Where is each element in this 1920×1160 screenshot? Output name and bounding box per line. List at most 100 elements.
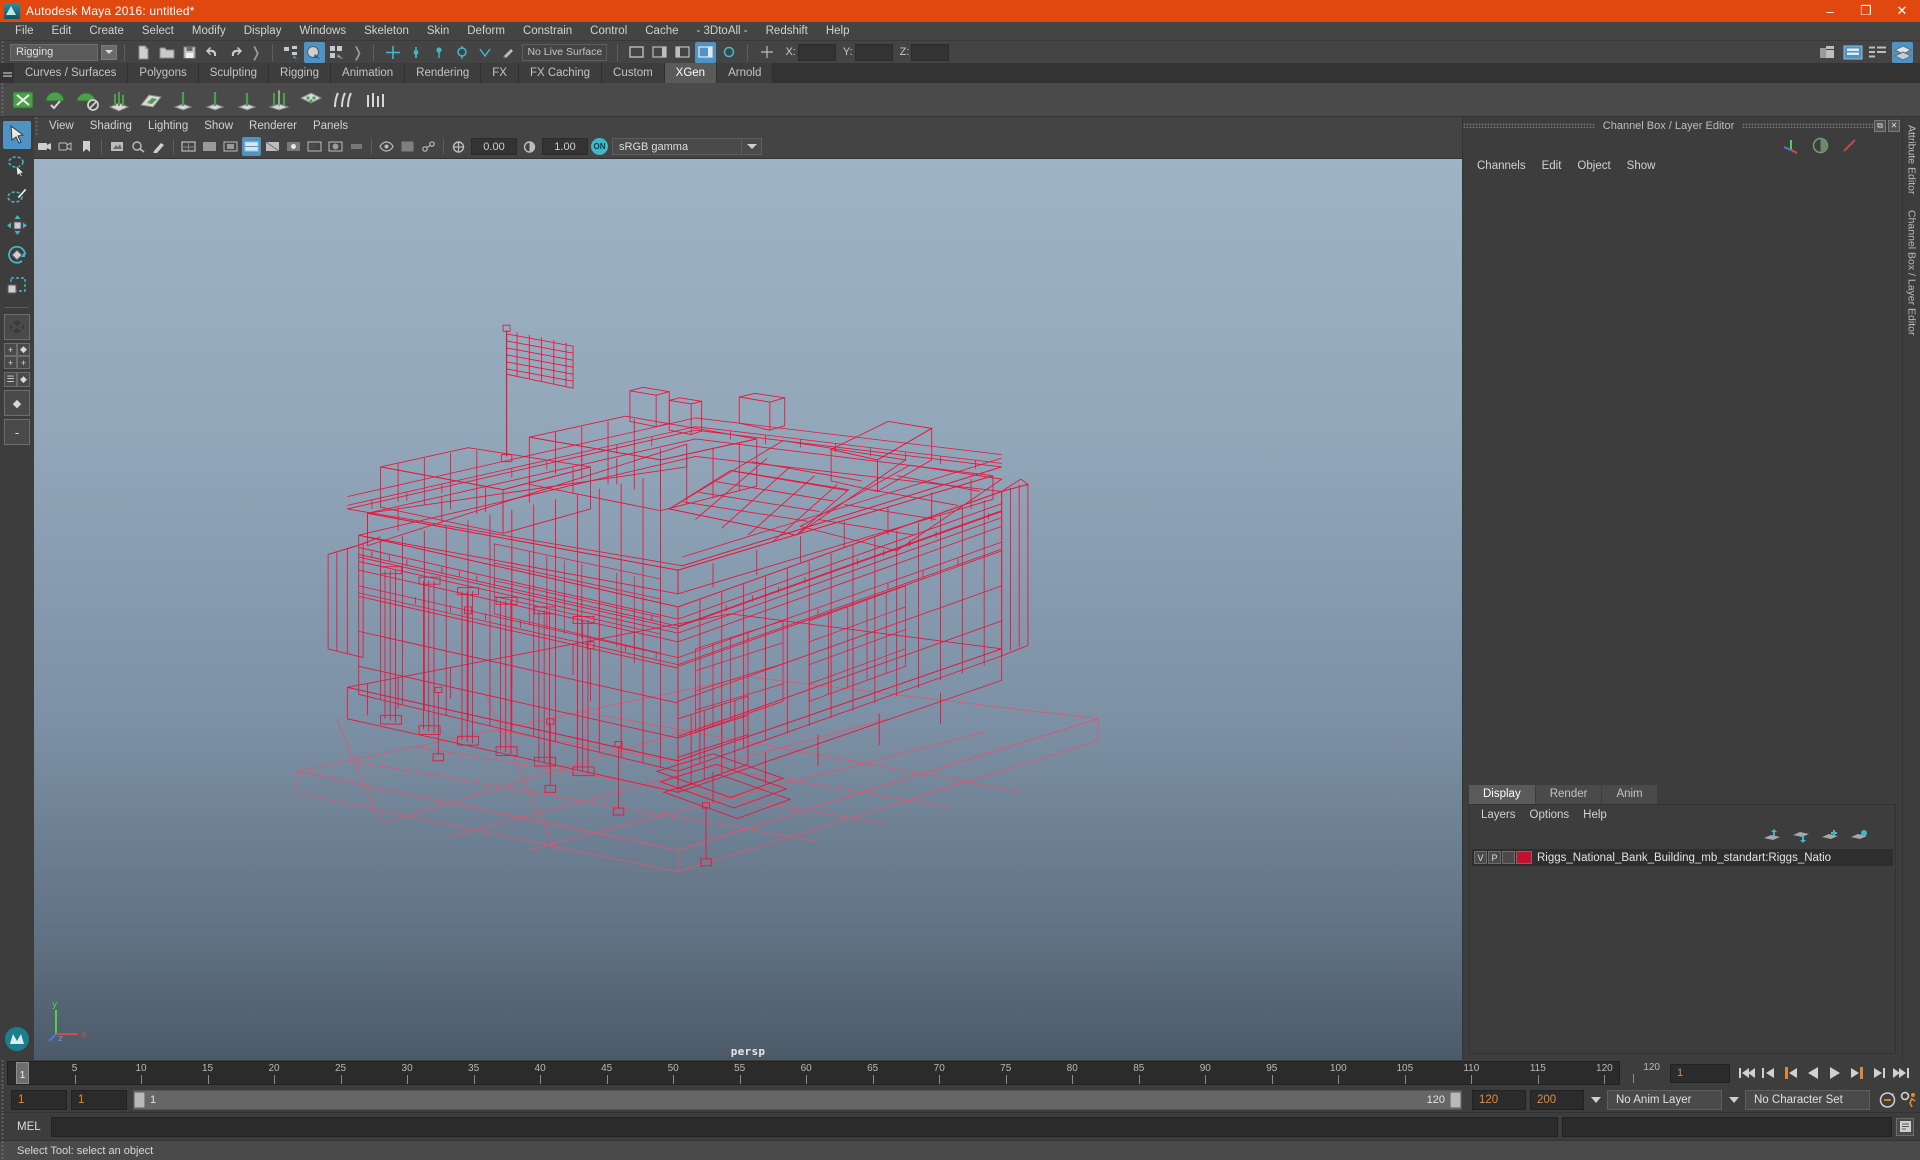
bank-building-wireframe-model[interactable] <box>34 159 1462 1060</box>
redo-button[interactable] <box>225 42 246 63</box>
channel-box-menu-show[interactable]: Show <box>1619 156 1664 176</box>
wireframe-on-shaded-button[interactable] <box>242 137 261 156</box>
playback-start-time-field[interactable]: 1 <box>71 1089 127 1110</box>
layer-tab-render[interactable]: Render <box>1535 785 1602 804</box>
menu-item-windows[interactable]: Windows <box>290 22 355 40</box>
toolbar-collapse-arrow-icon[interactable]: ❭ <box>352 44 364 61</box>
grease-pencil-button[interactable] <box>149 137 168 156</box>
snap-to-grid-button[interactable] <box>382 42 403 63</box>
exposure-field[interactable]: 0.00 <box>471 138 517 155</box>
shelf-tab-curves-surfaces[interactable]: Curves / Surfaces <box>14 63 129 83</box>
paint-select-tool[interactable] <box>3 181 31 209</box>
create-layer-from-selected-icon[interactable] <box>1850 829 1869 843</box>
viewport-menu-panels[interactable]: Panels <box>305 117 356 135</box>
xgen-create-description-icon[interactable] <box>40 85 70 115</box>
hypershade-layout[interactable]: - <box>4 419 30 445</box>
persp-graph-layout[interactable]: ◆ <box>4 390 30 416</box>
dock-restore-button[interactable]: ⧉ <box>1874 119 1886 132</box>
menu-set-dropdown-icon[interactable] <box>101 44 117 60</box>
bookmark-button[interactable] <box>77 137 96 156</box>
command-line-grip[interactable] <box>0 1112 7 1141</box>
menu-item-skin[interactable]: Skin <box>418 22 458 40</box>
wireframe-shading-button[interactable] <box>179 137 198 156</box>
color-management-toggle[interactable]: ON <box>591 138 608 155</box>
move-tool[interactable] <box>3 211 31 239</box>
transform-axes-icon[interactable] <box>1782 136 1800 154</box>
menu-item-display[interactable]: Display <box>235 22 291 40</box>
range-right-handle[interactable] <box>1450 1091 1461 1108</box>
xgen-preview-icon[interactable] <box>296 85 326 115</box>
select-by-component-type-button[interactable] <box>327 42 348 63</box>
animation-end-time-field[interactable]: 200 <box>1530 1089 1584 1110</box>
show-attribute-editor-button[interactable] <box>649 42 670 63</box>
auto-keyframe-toggle[interactable] <box>1876 1089 1898 1111</box>
menu-item-cache[interactable]: Cache <box>636 22 687 40</box>
image-plane-button[interactable] <box>107 137 126 156</box>
shelf-tab-fx-caching[interactable]: FX Caching <box>518 63 603 83</box>
viewport-menu-show[interactable]: Show <box>196 117 241 135</box>
show-tool-settings-button[interactable] <box>672 42 693 63</box>
two-d-pan-zoom-button[interactable] <box>128 137 147 156</box>
outliner-persp-layout[interactable]: ☰ ◆ <box>4 372 30 387</box>
exposure-reset-icon[interactable] <box>449 137 468 156</box>
perspective-viewport[interactable]: y x z persp <box>34 159 1462 1060</box>
select-camera-button[interactable] <box>35 137 54 156</box>
channel-box-menu-channels[interactable]: Channels <box>1469 156 1534 176</box>
snap-to-curve-button[interactable] <box>405 42 426 63</box>
minimize-button[interactable]: – <box>1812 0 1848 22</box>
xray-mode-button[interactable] <box>398 137 417 156</box>
step-forward-frame-button[interactable] <box>1846 1062 1868 1084</box>
xgen-guide-tool-icon[interactable] <box>136 85 166 115</box>
shelf-tab-animation[interactable]: Animation <box>331 63 406 83</box>
dock-close-button[interactable]: ✕ <box>1888 119 1900 132</box>
select-by-hierarchy-button[interactable] <box>281 42 302 63</box>
step-forward-key-button[interactable] <box>1868 1062 1890 1084</box>
menu-item-select[interactable]: Select <box>133 22 183 40</box>
color-profile-field[interactable]: sRGB gamma <box>612 138 742 155</box>
layer-playback-toggle[interactable]: P <box>1488 851 1501 864</box>
current-frame-field[interactable]: 1 <box>1670 1063 1730 1083</box>
menu-item-skeleton[interactable]: Skeleton <box>355 22 418 40</box>
menu-item-help[interactable]: Help <box>817 22 859 40</box>
layer-visibility-toggle[interactable]: V <box>1474 851 1487 864</box>
toolbar-collapse-arrow-icon[interactable]: ❭ <box>250 44 262 61</box>
shelf-tab-polygons[interactable]: Polygons <box>128 63 199 83</box>
anim-layer-dropdown-icon[interactable] <box>1588 1090 1604 1110</box>
shelf-tab-rigging[interactable]: Rigging <box>269 63 332 83</box>
four-view-layout[interactable]: + ◆ + + <box>4 343 30 369</box>
undo-button[interactable] <box>202 42 223 63</box>
time-slider[interactable]: 5 10 15 20 25 30 35 40 45 50 55 60 65 70 75 80 85 90 95 100… <box>7 1061 1620 1085</box>
open-attribute-editor-button[interactable] <box>1842 42 1863 63</box>
xgen-editor-icon[interactable] <box>8 85 38 115</box>
menu-set-selector[interactable]: Rigging <box>10 43 98 61</box>
show-hide-editors-button[interactable] <box>626 42 647 63</box>
layer-tab-display[interactable]: Display <box>1469 785 1535 804</box>
menu-item-constrain[interactable]: Constrain <box>514 22 581 40</box>
command-input[interactable] <box>50 1116 1558 1137</box>
xgen-scale-guide-icon[interactable] <box>232 85 262 115</box>
snap-to-view-planes-button[interactable] <box>474 42 495 63</box>
shelf-tab-fx[interactable]: FX <box>481 63 519 83</box>
open-outliner-button[interactable] <box>1817 42 1838 63</box>
maximize-button[interactable]: ❐ <box>1848 0 1884 22</box>
layer-list[interactable]: V P Riggs_National_Bank_Building_mb_standa… <box>1470 847 1895 1053</box>
use-all-lights-button[interactable] <box>284 137 303 156</box>
xgen-multi-guide-icon[interactable] <box>264 85 294 115</box>
gamma-field[interactable]: 1.00 <box>542 138 588 155</box>
shelf-tab-rendering[interactable]: Rendering <box>405 63 482 83</box>
quad-cell-3[interactable]: + <box>4 356 17 369</box>
select-by-object-type-button[interactable] <box>303 41 325 63</box>
play-backwards-button[interactable] <box>1802 1062 1824 1084</box>
channel-box-body[interactable] <box>1463 176 1902 784</box>
layer-menu-options[interactable]: Options <box>1523 805 1577 825</box>
status-line-grip[interactable] <box>0 41 7 63</box>
quad-cell-4[interactable]: + <box>17 356 30 369</box>
attribute-editor-tab[interactable]: Attribute Editor <box>1906 117 1918 202</box>
shelf-grip-handle[interactable] <box>0 63 14 83</box>
gamma-reset-icon[interactable] <box>520 137 539 156</box>
shelf-tab-xgen[interactable]: XGen <box>664 63 718 83</box>
coord-z-field[interactable] <box>911 43 950 61</box>
live-surface-field[interactable]: No Live Surface <box>522 43 608 61</box>
status-bar-grip[interactable] <box>0 1140 7 1160</box>
menu-item-deform[interactable]: Deform <box>458 22 514 40</box>
